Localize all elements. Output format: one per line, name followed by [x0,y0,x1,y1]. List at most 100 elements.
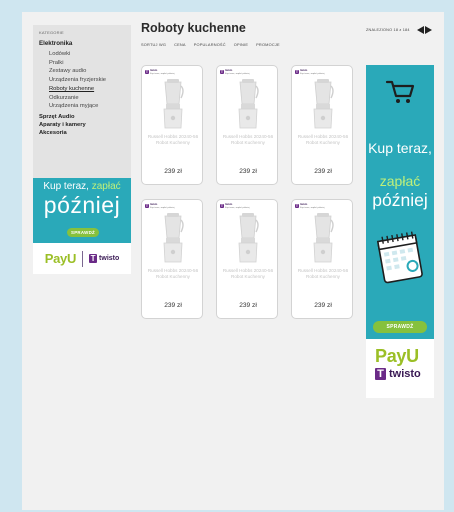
product-card[interactable]: T twisto Kup teraz, zapłać później Russe… [216,199,278,319]
product-price: 239 zł [314,302,332,309]
product-name[interactable]: Russell Hobbs 20240-56 Robot Kuchenny [220,268,276,280]
ad-small-logos: PayU T twisto [33,243,131,274]
product-card[interactable]: T twisto Kup teraz, zapłać później Russe… [141,65,203,185]
product-card[interactable]: T twisto Kup teraz, zapłać później Russe… [291,199,353,319]
badge-text: twisto Kup teraz, zapłać później [300,69,325,75]
twisto-mark-icon: T [375,368,386,380]
subcategory-kitchen-robots[interactable]: Roboty kuchenne [39,85,125,94]
results-count: ZNALEZIONO 18 z 184 [366,28,410,32]
ad-big-logos: PayU T twisto [375,346,421,380]
subcategory-hair-devices[interactable]: Urządzenia fryzjerskie [39,76,125,85]
product-price: 239 zł [239,302,257,309]
blender-icon [161,212,185,269]
ad-small-line1a: Kup teraz, [43,181,89,192]
blender-icon [311,212,335,269]
blender-icon [161,78,185,135]
ad-small-teal-area: Kup teraz, zapłać później SPRAWDŹ [33,178,131,243]
twisto-logo: T twisto [375,368,421,380]
sort-label: SORTUJ WG [141,42,167,47]
product-price: 239 zł [314,168,332,175]
twisto-mark-icon: T [220,70,224,74]
logo-separator [82,250,84,267]
category-accessories[interactable]: Akcesoria [39,129,125,137]
subcategory-washers[interactable]: Pralki [39,59,125,68]
ad-banner-small[interactable]: Kup teraz, zapłać później SPRAWDŹ PayU T… [33,178,131,274]
category-cameras[interactable]: Aparaty i kamery [39,121,125,129]
badge-brand: twisto [150,69,158,72]
subcategory-fridges[interactable]: Lodówki [39,50,125,59]
twisto-wordmark: twisto [389,368,421,380]
category-sidebar: KATEGORIE Elektronika Lodówki Pralki Zes… [33,25,131,182]
pagination-arrows [417,26,432,34]
badge-text: twisto Kup teraz, zapłać później [225,203,250,209]
ad-big-line3: później [372,190,428,210]
badge-caption: Kup teraz, zapłać później [150,72,175,75]
subcategory-vacuuming[interactable]: Odkurzanie [39,94,125,103]
sort-bar: SORTUJ WG CENA POPULARNOŚĆ OPINIE PROMOC… [141,42,280,47]
payu-logo: PayU [375,346,419,366]
ad-small-line1b: zapłać [91,181,121,192]
subcategory-audio-sets[interactable]: Zestawy audio [39,67,125,76]
calendar-icon [377,231,423,284]
badge-caption: Kup teraz, zapłać później [300,72,325,75]
twisto-mark-icon: T [295,204,299,208]
subcategory-washing-devices[interactable]: Urządzenia myjące [39,102,125,111]
category-audio-equipment[interactable]: Sprzęt Audio [39,113,125,121]
badge-brand: twisto [225,69,233,72]
product-name[interactable]: Russell Hobbs 20240-56 Robot Kuchenny [220,134,276,146]
payu-logo: PayU [44,251,77,266]
ad-small-check-button[interactable]: SPRAWDŹ [67,228,99,237]
cart-icon [385,80,415,103]
sort-promotions[interactable]: PROMOCJE [256,42,280,47]
product-price: 239 zł [239,168,257,175]
product-card[interactable]: T twisto Kup teraz, zapłać później Russe… [141,199,203,319]
twisto-mark-icon: T [145,204,149,208]
badge-text: twisto Kup teraz, zapłać później [225,69,250,75]
sort-price[interactable]: CENA [174,42,186,47]
badge-text: twisto Kup teraz, zapłać później [150,69,175,75]
badge-brand: twisto [150,203,158,206]
product-price: 239 zł [164,302,182,309]
twisto-mark-icon: T [145,70,149,74]
twisto-badge: T twisto Kup teraz, zapłać później [145,203,175,209]
ad-big-teal-area: Kup teraz, zapłać później SPRAWDŹ [366,65,434,339]
twisto-badge: T twisto Kup teraz, zapłać później [220,203,250,209]
product-name[interactable]: Russell Hobbs 20240-56 Robot Kuchenny [295,134,351,146]
twisto-mark-icon: T [220,204,224,208]
twisto-logo: T twisto [89,254,119,263]
arrow-left-icon[interactable] [417,26,424,34]
product-name[interactable]: Russell Hobbs 20240-56 Robot Kuchenny [145,268,201,280]
product-name[interactable]: Russell Hobbs 20240-56 Robot Kuchenny [145,134,201,146]
category-electronics[interactable]: Elektronika [39,40,125,47]
blender-icon [236,212,260,269]
twisto-badge: T twisto Kup teraz, zapłać później [295,69,325,75]
ad-banner-tall[interactable]: Kup teraz, zapłać później SPRAWDŹ PayU T… [366,65,434,398]
sort-reviews[interactable]: OPINIE [234,42,248,47]
product-price: 239 zł [164,168,182,175]
badge-brand: twisto [300,69,308,72]
twisto-wordmark: twisto [99,255,120,262]
twisto-mark-icon: T [89,254,98,263]
badge-brand: twisto [225,203,233,206]
ad-small-line2: później [43,192,121,218]
twisto-badge: T twisto Kup teraz, zapłać później [220,69,250,75]
product-card[interactable]: T twisto Kup teraz, zapłać później Russe… [291,65,353,185]
ad-big-line2: zapłać [379,173,421,189]
badge-caption: Kup teraz, zapłać później [225,72,250,75]
badge-caption: Kup teraz, zapłać później [300,206,325,209]
blender-icon [311,78,335,135]
product-card[interactable]: T twisto Kup teraz, zapłać później Russe… [216,65,278,185]
badge-brand: twisto [300,203,308,206]
shop-page: KATEGORIE Elektronika Lodówki Pralki Zes… [22,12,444,510]
sort-popularity[interactable]: POPULARNOŚĆ [194,42,226,47]
product-name[interactable]: Russell Hobbs 20240-56 Robot Kuchenny [295,268,351,280]
twisto-badge: T twisto Kup teraz, zapłać później [295,203,325,209]
twisto-mark-icon: T [295,70,299,74]
badge-caption: Kup teraz, zapłać później [150,206,175,209]
ad-big-check-button[interactable]: SPRAWDŹ [373,321,427,333]
badge-caption: Kup teraz, zapłać później [225,206,250,209]
ad-big-line1: Kup teraz, [368,140,432,156]
sidebar-title: KATEGORIE [39,30,64,35]
blender-icon [236,78,260,135]
arrow-right-icon[interactable] [425,26,432,34]
